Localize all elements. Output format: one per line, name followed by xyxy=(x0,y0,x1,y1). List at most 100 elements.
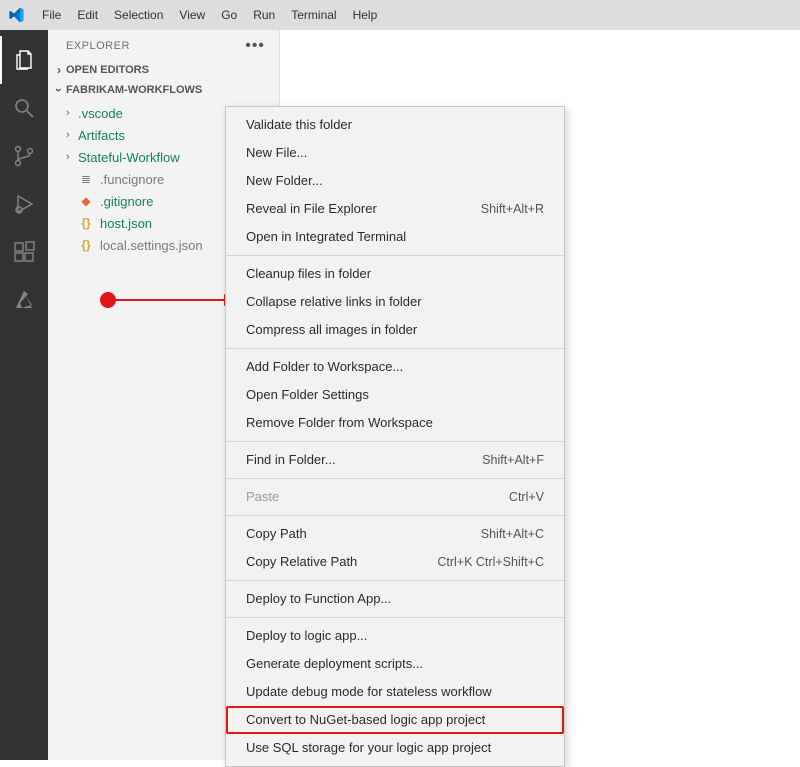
file-lines-icon: ≣ xyxy=(78,171,94,187)
context-menu-shortcut: Shift+Alt+C xyxy=(481,525,544,543)
context-menu-item[interactable]: Validate this folder xyxy=(226,111,564,139)
context-menu-item[interactable]: Copy Path Shift+Alt+C xyxy=(226,520,564,548)
context-menu-item-label: Compress all images in folder xyxy=(246,321,417,339)
folder-label: .vscode xyxy=(78,106,123,121)
context-menu-item[interactable]: Convert to NuGet-based logic app project xyxy=(226,706,564,734)
context-menu-item-label: Use SQL storage for your logic app proje… xyxy=(246,739,491,757)
menu-file[interactable]: File xyxy=(34,8,69,22)
context-menu-shortcut: Shift+Alt+R xyxy=(481,200,544,218)
context-menu-item[interactable]: Deploy to logic app... xyxy=(226,622,564,650)
context-menu-separator xyxy=(226,348,564,349)
context-menu-item-label: Update debug mode for stateless workflow xyxy=(246,683,492,701)
chevron-right-icon: › xyxy=(66,107,78,119)
context-menu-item-label: Validate this folder xyxy=(246,116,352,134)
context-menu-item-label: Paste xyxy=(246,488,279,506)
files-icon xyxy=(12,48,36,72)
context-menu-item-label: Find in Folder... xyxy=(246,451,336,469)
context-menu-item-label: New Folder... xyxy=(246,172,323,190)
explorer-title: EXPLORER xyxy=(66,40,130,52)
json-icon: {} xyxy=(78,237,94,253)
menu-view[interactable]: View xyxy=(171,8,213,22)
open-editors-section[interactable]: › OPEN EDITORS xyxy=(48,60,279,80)
context-menu-item[interactable]: Cleanup files in folder xyxy=(226,260,564,288)
arrow-line xyxy=(110,299,230,301)
context-menu-item[interactable]: Add Folder to Workspace... xyxy=(226,353,564,381)
search-icon xyxy=(12,96,36,120)
context-menu-separator xyxy=(226,617,564,618)
activity-search[interactable] xyxy=(0,84,48,132)
file-label: .gitignore xyxy=(100,194,153,209)
context-menu-item[interactable]: Compress all images in folder xyxy=(226,316,564,344)
context-menu-item[interactable]: Update debug mode for stateless workflow xyxy=(226,678,564,706)
menu-edit[interactable]: Edit xyxy=(69,8,106,22)
menu-run[interactable]: Run xyxy=(245,8,283,22)
context-menu-item[interactable]: New File... xyxy=(226,139,564,167)
context-menu-item-label: Copy Relative Path xyxy=(246,553,357,571)
context-menu-item[interactable]: Generate deployment scripts... xyxy=(226,650,564,678)
context-menu-item-label: Deploy to Function App... xyxy=(246,590,391,608)
menu-selection[interactable]: Selection xyxy=(106,8,171,22)
context-menu-item[interactable]: Reveal in File Explorer Shift+Alt+R xyxy=(226,195,564,223)
context-menu-item-label: Remove Folder from Workspace xyxy=(246,414,433,432)
context-menu-separator xyxy=(226,441,564,442)
explorer-more-icon[interactable]: ••• xyxy=(245,42,265,50)
branch-icon xyxy=(12,144,36,168)
context-menu-item-label: Open in Integrated Terminal xyxy=(246,228,406,246)
context-menu-item[interactable]: Find in Folder... Shift+Alt+F xyxy=(226,446,564,474)
workspace-section[interactable]: › FABRIKAM-WORKFLOWS xyxy=(48,80,279,100)
workspace-label: FABRIKAM-WORKFLOWS xyxy=(66,84,202,96)
context-menu-shortcut: Ctrl+V xyxy=(509,488,544,506)
context-menu-item-label: Add Folder to Workspace... xyxy=(246,358,403,376)
title-bar: File Edit Selection View Go Run Terminal… xyxy=(0,0,800,30)
context-menu-item[interactable]: Collapse relative links in folder xyxy=(226,288,564,316)
chevron-right-icon: › xyxy=(52,63,66,77)
context-menu-separator xyxy=(226,580,564,581)
context-menu-item-label: Open Folder Settings xyxy=(246,386,369,404)
context-menu-item-label: Deploy to logic app... xyxy=(246,627,367,645)
menu-terminal[interactable]: Terminal xyxy=(283,8,344,22)
open-editors-label: OPEN EDITORS xyxy=(66,64,149,76)
activity-bar xyxy=(0,30,48,760)
context-menu-separator xyxy=(226,255,564,256)
activity-azure[interactable] xyxy=(0,276,48,324)
folder-label: Artifacts xyxy=(78,128,125,143)
chevron-down-icon: › xyxy=(52,83,66,97)
chevron-right-icon: › xyxy=(66,129,78,141)
activity-source-control[interactable] xyxy=(0,132,48,180)
context-menu-item: Paste Ctrl+V xyxy=(226,483,564,511)
activity-explorer[interactable] xyxy=(0,36,48,84)
context-menu-item[interactable]: Open Folder Settings xyxy=(226,381,564,409)
context-menu-shortcut: Ctrl+K Ctrl+Shift+C xyxy=(437,553,544,571)
menu-go[interactable]: Go xyxy=(213,8,245,22)
json-icon: {} xyxy=(78,215,94,231)
azure-icon xyxy=(12,288,36,312)
activity-extensions[interactable] xyxy=(0,228,48,276)
context-menu-item[interactable]: Copy Relative Path Ctrl+K Ctrl+Shift+C xyxy=(226,548,564,576)
context-menu: Validate this folder New File... New Folde… xyxy=(225,106,565,767)
context-menu-separator xyxy=(226,515,564,516)
context-menu-item-label: Cleanup files in folder xyxy=(246,265,371,283)
context-menu-item[interactable]: Deploy to Function App... xyxy=(226,585,564,613)
folder-label: Stateful-Workflow xyxy=(78,150,180,165)
file-label: host.json xyxy=(100,216,152,231)
context-menu-item-label: Copy Path xyxy=(246,525,307,543)
context-menu-item[interactable]: New Folder... xyxy=(226,167,564,195)
debug-icon xyxy=(12,192,36,216)
chevron-right-icon: › xyxy=(66,151,78,163)
context-menu-item-label: Reveal in File Explorer xyxy=(246,200,377,218)
context-menu-shortcut: Shift+Alt+F xyxy=(482,451,544,469)
file-label: .funcignore xyxy=(100,172,164,187)
vscode-icon xyxy=(8,7,24,23)
context-menu-item[interactable]: Remove Folder from Workspace xyxy=(226,409,564,437)
activity-run-debug[interactable] xyxy=(0,180,48,228)
context-menu-item-label: Collapse relative links in folder xyxy=(246,293,422,311)
git-icon: ◆ xyxy=(78,193,94,209)
file-label: local.settings.json xyxy=(100,238,203,253)
context-menu-item[interactable]: Use SQL storage for your logic app proje… xyxy=(226,734,564,762)
menu-help[interactable]: Help xyxy=(345,8,386,22)
context-menu-item-label: New File... xyxy=(246,144,307,162)
explorer-header: EXPLORER ••• xyxy=(48,30,279,60)
context-menu-item[interactable]: Open in Integrated Terminal xyxy=(226,223,564,251)
context-menu-item-label: Convert to NuGet-based logic app project xyxy=(246,711,485,729)
context-menu-separator xyxy=(226,478,564,479)
